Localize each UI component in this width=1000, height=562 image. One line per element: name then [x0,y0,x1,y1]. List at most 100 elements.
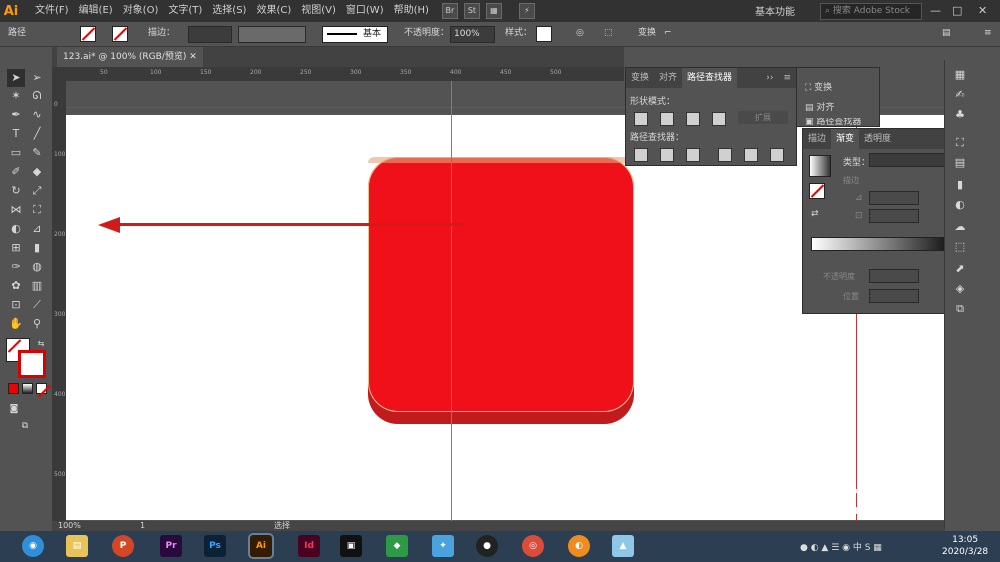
gradient-slider[interactable] [811,237,947,251]
close-icon[interactable]: ✕ [978,4,987,17]
qq-icon[interactable]: ● [476,535,498,557]
stroke-swatch[interactable] [112,26,128,42]
intersect-button[interactable] [686,112,700,126]
menu-select[interactable]: 选择(S) [207,0,251,22]
tab-gradient[interactable]: 渐变 [831,129,860,149]
gradient-dock-icon[interactable]: ▮ [953,178,967,192]
fill-swatch[interactable] [80,26,96,42]
selection-tool-icon[interactable]: ➤ [7,69,25,87]
lasso-icon[interactable]: ᘏ [28,87,46,105]
menu-window[interactable]: 窗口(W) [341,0,389,22]
brush-select[interactable]: 基本 [322,26,388,43]
zoom-level[interactable]: 100% [58,521,81,531]
divide-button[interactable] [634,148,648,162]
export-icon[interactable]: ⬈ [953,262,967,276]
app-icon-bird[interactable]: ✦ [432,535,454,557]
graph-tool-icon[interactable]: ▥ [28,277,46,295]
menu-object[interactable]: 对象(O) [118,0,164,22]
symbol-sprayer-icon[interactable]: ✿ [7,277,25,295]
stock-search-input[interactable]: ⌕ 搜索 Adobe Stock [820,3,922,20]
tab-stroke[interactable]: 描边 [803,129,831,149]
artboard-tool-icon[interactable]: ⊡ [7,296,25,314]
recolor-icon[interactable]: ◎ [576,26,584,41]
angle-input[interactable] [869,191,919,205]
gradient-tool-icon[interactable]: ▮ [28,239,46,257]
chrome-icon[interactable]: ◎ [522,535,544,557]
menu-edit[interactable]: 编辑(E) [74,0,118,22]
color-guide-icon[interactable]: ⬚ [953,240,967,254]
workspace-switcher[interactable]: 基本功能 [755,3,795,18]
app-icon-cube[interactable]: ▲ [612,535,634,557]
reverse-gradient-icon[interactable]: ⇄ [811,209,819,219]
panel-collapse-icon[interactable]: ›› [761,68,778,88]
align-to-icon[interactable]: ⬚ [604,26,613,41]
tab-transparency[interactable]: 透明度 [859,129,896,149]
line-tool-icon[interactable]: ╱ [28,125,46,143]
photoshop-icon[interactable]: Ps [204,535,226,557]
crop-button[interactable] [718,148,732,162]
isolate-icon[interactable]: ⌐ [664,26,672,41]
tab-pathfinder[interactable]: 路径查找器 [682,68,738,88]
appearance-icon[interactable]: ◐ [953,198,967,212]
zoom-tool-icon[interactable]: ⚲ [28,315,46,333]
merge-button[interactable] [686,148,700,162]
align-dock-icon[interactable]: ▤ [953,156,967,170]
arrange-documents-icon[interactable]: ▦ [485,3,502,19]
variable-width-select[interactable] [238,26,306,43]
trim-button[interactable] [660,148,674,162]
pen-tool-icon[interactable]: ✒ [7,106,25,124]
illustrator-icon[interactable]: Ai [250,535,272,557]
perspective-icon[interactable]: ⊿ [28,220,46,238]
transform-dock-icon[interactable]: ⛶ [953,136,967,150]
symbols-icon[interactable]: ♣ [953,108,967,122]
type-tool-icon[interactable]: T [7,125,25,143]
menu-help[interactable]: 帮助(H) [389,0,434,22]
minus-back-button[interactable] [770,148,784,162]
paintbrush-icon[interactable]: ✎ [28,144,46,162]
shaper-icon[interactable]: ✐ [7,163,25,181]
horizontal-ruler[interactable]: 50 100 150 200 250 300 350 400 450 500 [52,67,624,82]
stop-opacity-input[interactable] [869,269,919,283]
direct-selection-tool-icon[interactable]: ➢ [28,69,46,87]
width-tool-icon[interactable]: ⋈ [7,201,25,219]
panel-menu-icon[interactable]: ≡ [778,68,796,88]
color-mode-icon[interactable] [8,383,19,394]
blend-icon[interactable]: ◍ [28,258,46,276]
gpu-icon[interactable]: ⚡ [518,3,535,19]
libraries-icon[interactable]: ▦ [953,68,967,82]
stroke-weight-input[interactable] [188,26,232,43]
expand-button[interactable]: 扩展 [738,111,788,124]
eyedropper-icon[interactable]: ✑ [7,258,25,276]
exclude-button[interactable] [712,112,726,126]
rectangle-tool-icon[interactable]: ▭ [7,144,25,162]
tab-close-icon[interactable]: ✕ [189,52,197,62]
transform-link[interactable]: 变换 [638,26,656,41]
premiere-icon[interactable]: Pr [160,535,182,557]
mini-transform-item[interactable]: ⛶ 变换 [805,80,832,93]
menu-effect[interactable]: 效果(C) [251,0,296,22]
outline-button[interactable] [744,148,758,162]
stop-position-input[interactable] [869,289,919,303]
bridge-button[interactable]: Br [441,3,458,19]
gradient-fill-stroke-icon[interactable] [809,183,825,199]
document-tab[interactable]: 123.ai* @ 100% (RGB/预览) ✕ [57,47,203,67]
hand-tool-icon[interactable]: ✋ [7,315,25,333]
maximize-icon[interactable]: □ [952,4,962,17]
rotate-icon[interactable]: ↻ [7,182,25,200]
draw-mode-icon[interactable]: ◙ [5,400,23,418]
app-icon-orange[interactable]: ◐ [568,535,590,557]
eraser-icon[interactable]: ◆ [28,163,46,181]
layers-icon[interactable]: ◈ [953,282,967,296]
system-clock[interactable]: 13:05 2020/3/28 [942,534,988,558]
curvature-icon[interactable]: ∿ [28,106,46,124]
swap-colors-icon[interactable]: ⇆ [32,335,50,353]
minus-front-button[interactable] [660,112,674,126]
mesh-icon[interactable]: ⊞ [7,239,25,257]
file-explorer-icon[interactable]: ▤ [66,535,88,557]
menu-file[interactable]: 文件(F) [30,0,74,22]
aspect-ratio-input[interactable] [869,209,919,223]
powerpoint-icon[interactable]: P [112,535,134,557]
hamburger-icon[interactable]: ≡ [984,26,992,41]
tray-icons[interactable]: ● ◐ ▲ ☰ ◉ 中 S ▦ [800,540,882,553]
gradient-preview-swatch[interactable] [809,155,831,177]
